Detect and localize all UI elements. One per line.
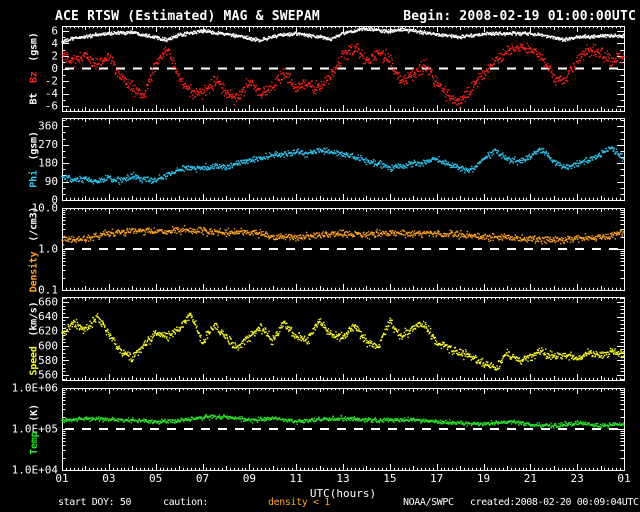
ylabel-bz: Bz [28,71,40,84]
ace-rtsw-plot: ACE RTSW (Estimated) MAG & SWEPAM Begin:… [0,0,640,512]
density-warning-label: density < 1 [268,497,330,508]
start-doy-label: start DOY: 50 [58,497,132,508]
ylabel-speed: Speed [28,346,40,376]
ylabel-phi: Phi [28,169,40,188]
created-timestamp: created:2008-02-20 00:09:04UTC [470,497,639,508]
ylabel-temp: Temp [28,431,40,455]
page-title: ACE RTSW (Estimated) MAG & SWEPAM [55,9,320,24]
y-axis-label-phi: Phi (gsm) [16,118,52,200]
ylabel-density-unit: (/cm3) [28,206,40,242]
ylabel-speed-unit: (km/s) [28,301,40,337]
ylabel-bt-unit: (gsm) [28,32,40,62]
ylabel-bt: Bt [28,92,40,105]
ylabel-temp-unit: (K) [28,403,40,422]
y-axis-label-density: Density (/cm3) [16,206,52,292]
ylabel-density: Density [28,251,40,292]
agency-label: NOAA/SWPC [403,497,454,508]
y-axis-label-temp: Temp (K) [16,388,52,470]
chart-canvas [0,0,640,512]
ylabel-phi-unit: (gsm) [28,130,40,160]
y-axis-label-bt-bz: Bt Bz (gsm) [16,26,52,111]
begin-timestamp: Begin: 2008-02-19 01:00:00UTC [403,9,636,24]
y-axis-label-speed: Speed (km/s) [16,297,52,380]
caution-label: caution: [163,497,208,508]
